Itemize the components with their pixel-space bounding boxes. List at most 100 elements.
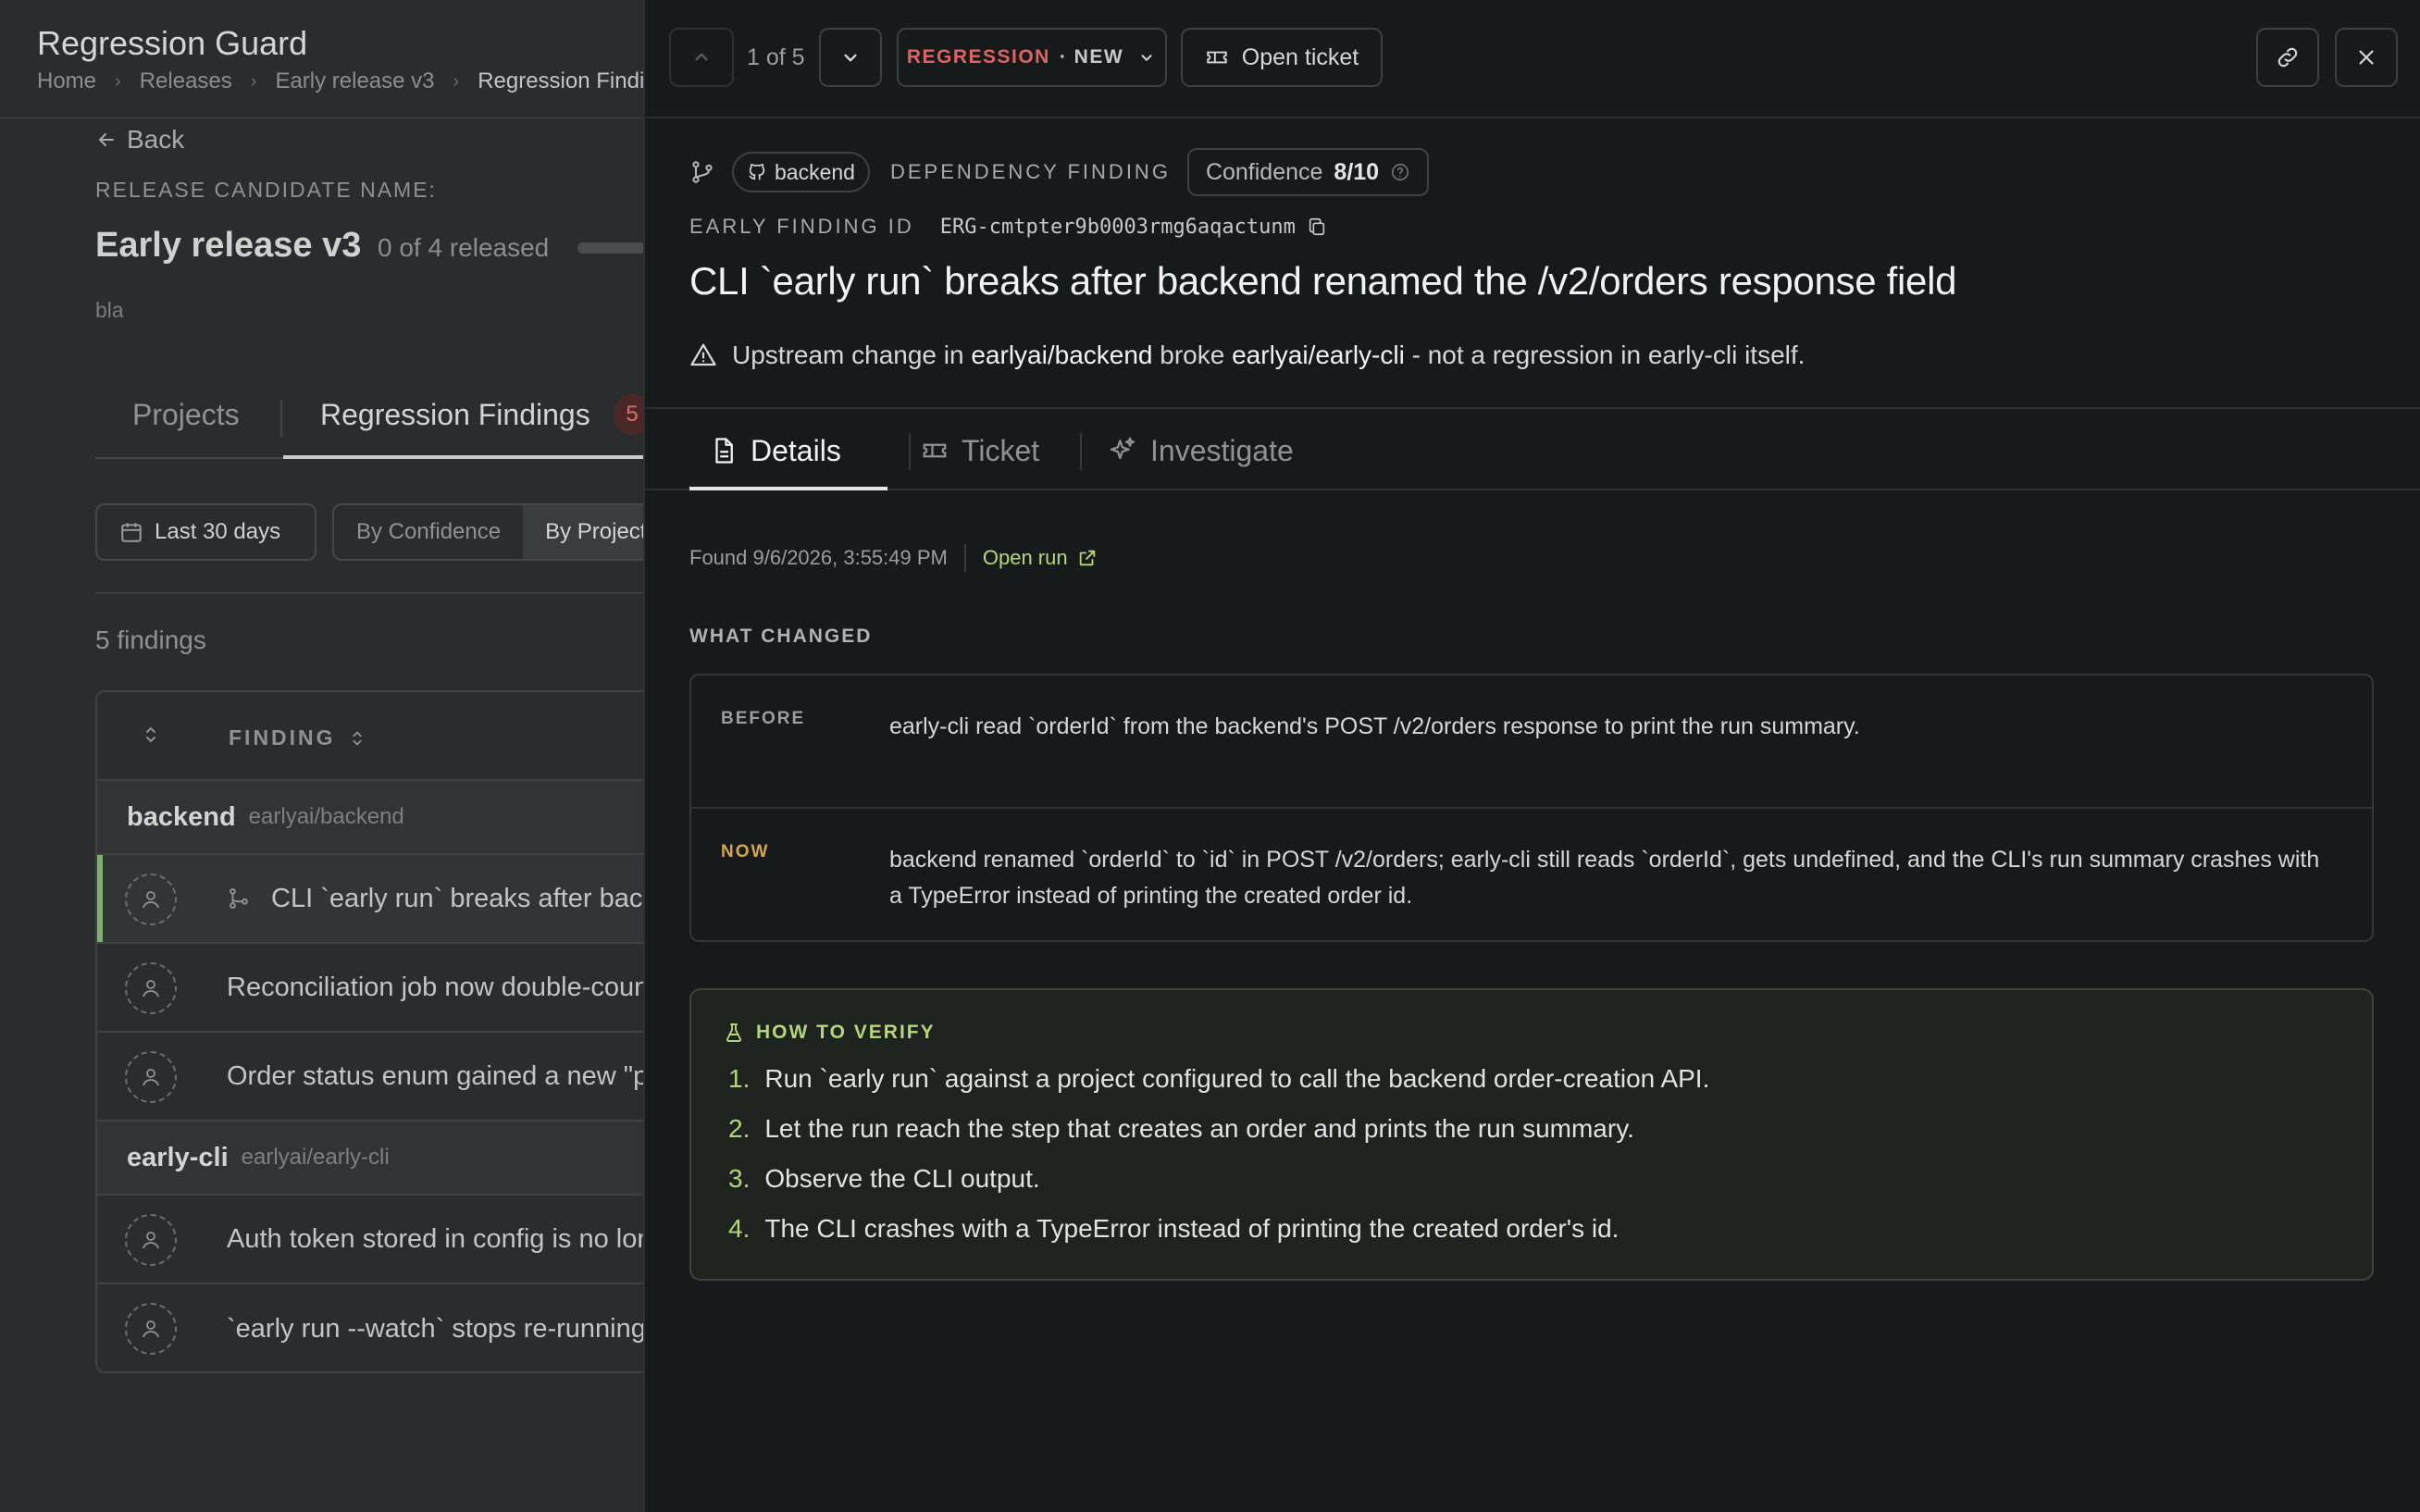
upstream-mid: broke (1160, 341, 1225, 369)
tab-details[interactable]: Details (710, 429, 841, 472)
breadcrumb-home[interactable]: Home (37, 68, 96, 94)
sort-toggle-icon[interactable] (140, 724, 162, 746)
group-by-toggle: By Confidence By Project (332, 503, 643, 561)
assignee-avatar[interactable] (125, 1051, 177, 1103)
divider (95, 592, 643, 594)
chevron-down-icon (1136, 47, 1157, 68)
calendar-icon (119, 520, 143, 544)
status-dropdown[interactable]: REGRESSION · NEW (897, 28, 1167, 87)
previous-finding-button[interactable] (669, 28, 734, 87)
tab-divider (909, 433, 911, 470)
assignee-avatar[interactable] (125, 1303, 177, 1355)
release-name-label: RELEASE CANDIDATE NAME: (95, 178, 437, 202)
finding-title: CLI `early run` breaks after backend ren… (271, 883, 643, 913)
chevron-right-icon: › (453, 70, 460, 92)
now-row: NOW backend renamed `orderId` to `id` in… (691, 809, 2372, 940)
user-icon (140, 888, 162, 911)
close-panel-button[interactable] (2335, 28, 2398, 87)
assignee-avatar[interactable] (125, 874, 177, 925)
confidence-badge: Confidence 8/10 (1186, 148, 1430, 196)
upstream-pre: Upstream change in (732, 341, 964, 369)
user-icon (140, 1066, 162, 1088)
finding-column-header[interactable]: FINDING (229, 725, 367, 750)
help-icon[interactable] (1390, 162, 1410, 182)
tab-divider (1080, 433, 1082, 470)
assignee-avatar[interactable] (125, 962, 177, 1014)
step-number: 1. (728, 1064, 751, 1093)
verify-step: 4. The CLI crashes with a TypeError inste… (728, 1214, 1619, 1244)
table-row[interactable]: Auth token stored in config is no longer… (97, 1196, 643, 1284)
breadcrumb-releases[interactable]: Releases (140, 68, 232, 94)
open-ticket-label: Open ticket (1241, 43, 1359, 70)
sort-icon (347, 728, 367, 749)
step-number: 3. (728, 1164, 751, 1193)
table-row[interactable]: CLI `early run` breaks after backend ren… (97, 855, 643, 944)
group-header-backend: backend earlyai/backend (97, 781, 643, 855)
verify-step: 3. Observe the CLI output. (728, 1164, 1040, 1194)
user-icon (140, 1318, 162, 1340)
divider (963, 544, 966, 572)
before-text: early-cli read `orderId` from the backen… (889, 713, 1860, 739)
next-finding-button[interactable] (819, 28, 882, 87)
tab-ticket[interactable]: Ticket (921, 429, 1039, 472)
open-ticket-button[interactable]: Open ticket (1181, 28, 1383, 87)
group-header-early-cli: early-cli earlyai/early-cli (97, 1122, 643, 1196)
table-row[interactable]: Order status enum gained a new "pending_… (97, 1033, 643, 1122)
user-icon (140, 977, 162, 999)
found-timestamp: Found 9/6/2026, 3:55:49 PM (689, 546, 948, 569)
link-icon (2275, 44, 2301, 70)
tab-regression-findings[interactable]: Regression Findings (320, 398, 590, 432)
ticket-icon (1205, 45, 1229, 69)
open-run-label: Open run (982, 546, 1068, 569)
breadcrumb-release[interactable]: Early release v3 (275, 68, 434, 94)
app-header: Regression Guard Home › Releases › Early… (0, 0, 643, 118)
back-link[interactable]: Back (95, 125, 184, 155)
upstream-source: earlyai/backend (971, 341, 1153, 369)
repo-chip[interactable]: backend (732, 152, 870, 192)
assignee-avatar[interactable] (125, 1214, 177, 1266)
external-link-icon (1077, 548, 1098, 568)
tab-projects[interactable]: Projects (132, 398, 240, 432)
what-changed-heading: WHAT CHANGED (689, 626, 873, 647)
app-title: Regression Guard (37, 24, 308, 62)
table-header: FINDING (97, 692, 643, 781)
open-run-link[interactable]: Open run (983, 546, 1098, 570)
upstream-target: earlyai/early-cli (1232, 341, 1405, 369)
group-name: early-cli (127, 1142, 229, 1172)
date-range-label: Last 30 days (155, 519, 281, 544)
finding-title: Order status enum gained a new "pending_… (227, 1060, 643, 1091)
how-to-verify-heading: HOW TO VERIFY (723, 1022, 936, 1044)
chevron-right-icon: › (250, 70, 257, 92)
now-tag: NOW (721, 842, 770, 861)
release-description: bla (95, 298, 124, 322)
before-tag: BEFORE (721, 709, 806, 728)
status-kind: REGRESSION (906, 46, 1050, 68)
group-repo: earlyai/early-cli (241, 1145, 390, 1170)
tab-investigate[interactable]: Investigate (1108, 429, 1294, 472)
close-icon (2354, 45, 2378, 69)
group-by-confidence[interactable]: By Confidence (334, 505, 523, 559)
group-by-project[interactable]: By Project (523, 505, 643, 559)
active-tab-underline (283, 455, 643, 459)
finding-type: DEPENDENCY FINDING (889, 160, 1171, 183)
release-tabs: Projects Regression Findings 5 (95, 389, 643, 459)
table-row[interactable]: Reconciliation job now double-counts ref… (97, 944, 643, 1033)
step-text: Run `early run` against a project config… (764, 1064, 1710, 1093)
confidence-label: Confidence (1205, 158, 1323, 185)
date-range-button[interactable]: Last 30 days (95, 503, 316, 561)
panel-toolbar: 1 of 5 REGRESSION · NEW Open ticket (645, 0, 2420, 118)
active-tab-underline (689, 487, 887, 490)
finding-meta-row: backend DEPENDENCY FINDING Confidence 8/… (689, 148, 1430, 196)
sparkles-icon (1108, 436, 1137, 465)
step-text: Observe the CLI output. (764, 1164, 1040, 1193)
copy-icon[interactable] (1307, 217, 1327, 237)
findings-count-badge: 5 (614, 394, 643, 435)
table-row[interactable]: `early run --watch` stops re-running on … (97, 1284, 643, 1371)
upstream-post: - not a regression in early-cli itself. (1411, 341, 1806, 369)
step-text: Let the run reach the step that creates … (764, 1114, 1634, 1143)
finding-detail-panel: 1 of 5 REGRESSION · NEW Open ticket backe… (643, 0, 2420, 1512)
copy-link-button[interactable] (2256, 28, 2319, 87)
chevron-up-icon (689, 45, 714, 69)
finding-title: Reconciliation job now double-counts ref… (227, 972, 643, 1002)
verify-step: 2. Let the run reach the step that create… (728, 1114, 1634, 1144)
